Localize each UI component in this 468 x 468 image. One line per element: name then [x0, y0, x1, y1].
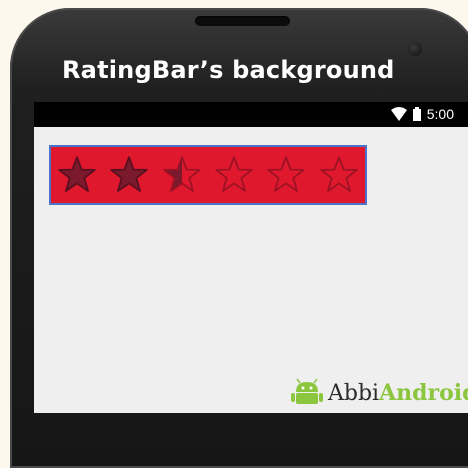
app-title: RatingBar’s background — [62, 56, 395, 84]
logo-text-abbi: Abbi — [328, 380, 380, 406]
star-icon — [110, 156, 149, 192]
logo-text-android: Android — [379, 379, 468, 406]
star-icon — [215, 156, 253, 192]
phone-speaker — [195, 16, 290, 26]
status-bar: 5:00 — [34, 102, 468, 127]
battery-icon — [412, 107, 421, 121]
star-icon — [320, 156, 358, 192]
wifi-icon — [390, 107, 407, 121]
status-time: 5:00 — [426, 106, 454, 122]
rating-star[interactable] — [313, 147, 365, 203]
rating-bar[interactable] — [49, 145, 367, 205]
star-icon — [58, 156, 96, 192]
rating-star[interactable] — [156, 147, 208, 203]
phone-camera — [408, 42, 422, 56]
rating-star[interactable] — [260, 147, 312, 203]
app-screen — [34, 127, 468, 413]
rating-star[interactable] — [51, 147, 103, 203]
star-icon — [267, 156, 306, 192]
android-robot-icon — [291, 378, 323, 404]
abbiandroid-logo: AbbiAndroid — [290, 378, 468, 408]
rating-star[interactable] — [103, 147, 155, 203]
star-icon — [163, 156, 201, 192]
rating-star[interactable] — [208, 147, 260, 203]
